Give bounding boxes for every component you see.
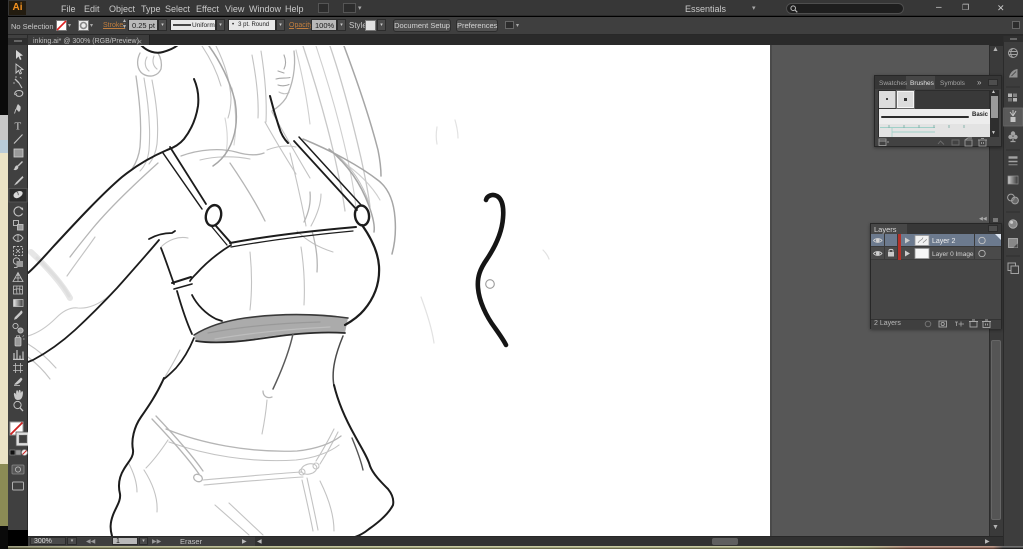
svg-text:T: T — [15, 121, 22, 133]
